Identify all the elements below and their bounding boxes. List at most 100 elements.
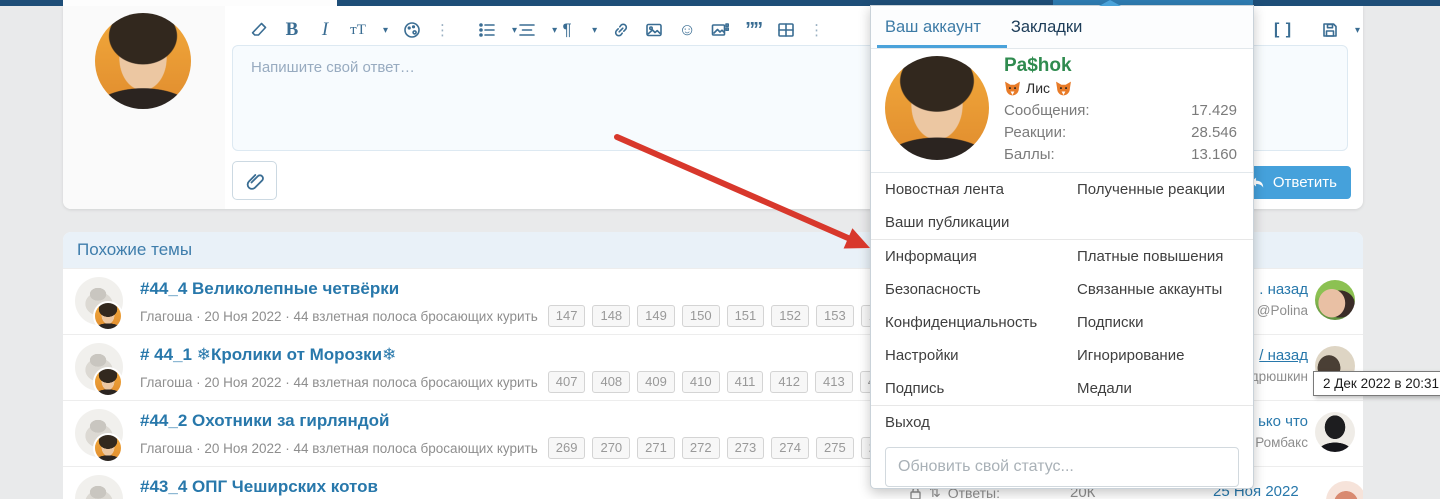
page-chip[interactable]: 149 — [637, 305, 675, 327]
dropdown-tabs: Ваш аккаунт Закладки — [871, 6, 1253, 49]
last-poster-avatar[interactable] — [1315, 412, 1355, 452]
last-poster-mini-avatar[interactable] — [95, 435, 121, 461]
thread-meta-text: Глагоша · 20 Ноя 2022 · 44 взлетная поло… — [140, 308, 538, 324]
paragraph-icon[interactable]: ¶ — [557, 17, 577, 43]
menu-item-upgrades[interactable]: Платные повышения — [1077, 240, 1253, 273]
chevron-down-icon: ▾ — [592, 24, 598, 36]
stat-row: Баллы: 13.160 — [1004, 146, 1237, 168]
text-color-icon[interactable] — [402, 17, 422, 43]
last-post-time-link[interactable]: / назад — [1251, 347, 1308, 364]
thread-title-link[interactable]: #43_4 ОПГ Чеширских котов — [140, 477, 378, 497]
last-poster-avatar[interactable] — [1315, 280, 1355, 320]
menu-item-your-content[interactable]: Ваши публикации — [885, 206, 1063, 239]
page-chip[interactable]: 147 — [547, 305, 586, 327]
last-post-user[interactable]: дрюшкин — [1251, 369, 1308, 384]
source-code-icon[interactable]: [ ] — [1273, 17, 1293, 43]
thread-title-link[interactable]: #44_4 Великолепные четвёрки — [140, 279, 399, 299]
list-icon[interactable] — [477, 17, 497, 43]
account-username[interactable]: Pa$hok — [1004, 55, 1072, 77]
smilies-icon[interactable]: ☺ — [677, 17, 697, 43]
more-options-icon[interactable]: ⋮ — [435, 21, 450, 39]
last-post-user[interactable]: @Polina — [1257, 303, 1308, 318]
menu-item-security[interactable]: Безопасность — [885, 273, 1063, 306]
menu-group-settings: Информация Безопасность Конфиденциальнос… — [871, 240, 1253, 406]
page-chip[interactable]: 270 — [592, 437, 631, 459]
save-draft-icon[interactable] — [1320, 17, 1340, 43]
page-chip[interactable]: 409 — [637, 371, 675, 393]
status-update-row — [871, 439, 1253, 487]
more-options-icon[interactable]: ⋮ — [809, 21, 824, 39]
reply-editor-placeholder: Напишите свой ответ… — [251, 59, 415, 76]
chevron-down-icon: ▾ — [1355, 24, 1361, 36]
insert-table-icon[interactable] — [776, 17, 796, 43]
menu-item-ignoring[interactable]: Игнорирование — [1077, 339, 1253, 372]
page-chip[interactable]: 272 — [681, 437, 720, 459]
menu-item-connected-accounts[interactable]: Связанные аккаунты — [1077, 273, 1253, 306]
menu-group-logout: Выход — [871, 406, 1253, 439]
menu-item-preferences[interactable]: Настройки — [885, 339, 1063, 372]
page-chip[interactable]: 271 — [637, 437, 675, 459]
account-avatar[interactable] — [885, 56, 989, 160]
page-chip[interactable]: 413 — [815, 371, 853, 393]
menu-item-signature[interactable]: Подпись — [885, 372, 1063, 405]
menu-item-news-feed[interactable]: Новостная лента — [885, 173, 1063, 206]
stat-label: Реакции: — [1004, 124, 1067, 141]
page-chip[interactable]: 411 — [726, 371, 764, 393]
status-update-input[interactable] — [885, 447, 1239, 487]
menu-item-following[interactable]: Подписки — [1077, 306, 1253, 339]
page-chip[interactable]: 153 — [815, 305, 854, 327]
stat-value[interactable]: 28.546 — [1191, 124, 1237, 146]
remove-format-icon[interactable] — [249, 17, 269, 43]
account-dropdown: Ваш аккаунт Закладки Pa$hok Лис Сообщени… — [870, 5, 1254, 489]
alignment-icon[interactable] — [517, 17, 537, 43]
last-poster-mini-avatar[interactable] — [95, 369, 121, 395]
page-chip[interactable]: 150 — [681, 305, 720, 327]
page-chip[interactable]: 273 — [726, 437, 765, 459]
tab-bookmarks[interactable]: Закладки — [1011, 18, 1082, 37]
thread-title-link[interactable]: # 44_1 ❄Кролики от Морозки❄ — [140, 345, 396, 365]
stat-value[interactable]: 13.160 — [1191, 146, 1237, 168]
page-chip[interactable]: 152 — [771, 305, 809, 327]
menu-item-privacy[interactable]: Конфиденциальность — [885, 306, 1063, 339]
page-chip[interactable]: 274 — [771, 437, 809, 459]
menu-item-logout[interactable]: Выход — [885, 406, 1063, 439]
thread-meta-text: Глагоша · 20 Ноя 2022 · 44 взлетная поло… — [140, 440, 538, 456]
attach-file-button[interactable] — [232, 161, 277, 200]
insert-image-icon[interactable] — [644, 17, 664, 43]
current-user-avatar[interactable] — [95, 13, 191, 109]
reply-button-label: Ответить — [1272, 174, 1337, 191]
fox-emoji — [1056, 81, 1071, 95]
last-post-user[interactable]: Ромбакс — [1255, 435, 1308, 450]
thread-title-link[interactable]: #44_2 Охотники за гирляндой — [140, 411, 389, 431]
navbar-gap — [63, 0, 337, 6]
bold-icon[interactable]: B — [282, 17, 302, 43]
last-poster-mini-avatar[interactable] — [95, 303, 121, 329]
thread-meta-text: Глагоша · 20 Ноя 2022 · 44 взлетная поло… — [140, 374, 538, 390]
page: B I тT ▾ ⋮ ▾ ▾ ¶ ▾ ☺ ”” ⋮ [] ▾ Напишите… — [0, 0, 1440, 499]
font-size-icon[interactable]: тT — [348, 17, 368, 43]
page-chip[interactable]: 148 — [592, 305, 631, 327]
quote-icon[interactable]: ”” — [743, 17, 763, 43]
menu-item-reactions-received[interactable]: Полученные реакции — [1077, 173, 1253, 206]
page-chip[interactable]: 412 — [770, 371, 809, 393]
page-chip[interactable]: 410 — [681, 371, 720, 393]
menu-item-medals[interactable]: Медали — [1077, 372, 1253, 405]
thread-starter-avatar[interactable] — [75, 475, 123, 499]
italic-icon[interactable]: I — [315, 17, 335, 43]
page-chip[interactable]: 275 — [815, 437, 854, 459]
page-chip[interactable]: 408 — [592, 371, 631, 393]
insert-media-icon[interactable] — [710, 17, 730, 43]
stat-row: Сообщения: 17.429 — [1004, 102, 1237, 124]
stat-row: Реакции: 28.546 — [1004, 124, 1237, 146]
last-post-time-link[interactable]: . назад — [1257, 281, 1308, 298]
page-chip[interactable]: 269 — [547, 437, 586, 459]
menu-item-account-details[interactable]: Информация — [885, 240, 1063, 273]
reply-avatar-column — [63, 6, 225, 209]
account-custom-title: Лис — [1004, 80, 1072, 96]
insert-link-icon[interactable] — [611, 17, 631, 43]
last-post-time-link[interactable]: ько что — [1255, 413, 1308, 430]
page-chip[interactable]: 407 — [547, 371, 586, 393]
thread-meta: Глагоша · 20 Ноя 2022 · 44 взлетная поло… — [140, 371, 987, 393]
page-chip[interactable]: 151 — [726, 305, 765, 327]
tab-your-account[interactable]: Ваш аккаунт — [885, 18, 981, 37]
